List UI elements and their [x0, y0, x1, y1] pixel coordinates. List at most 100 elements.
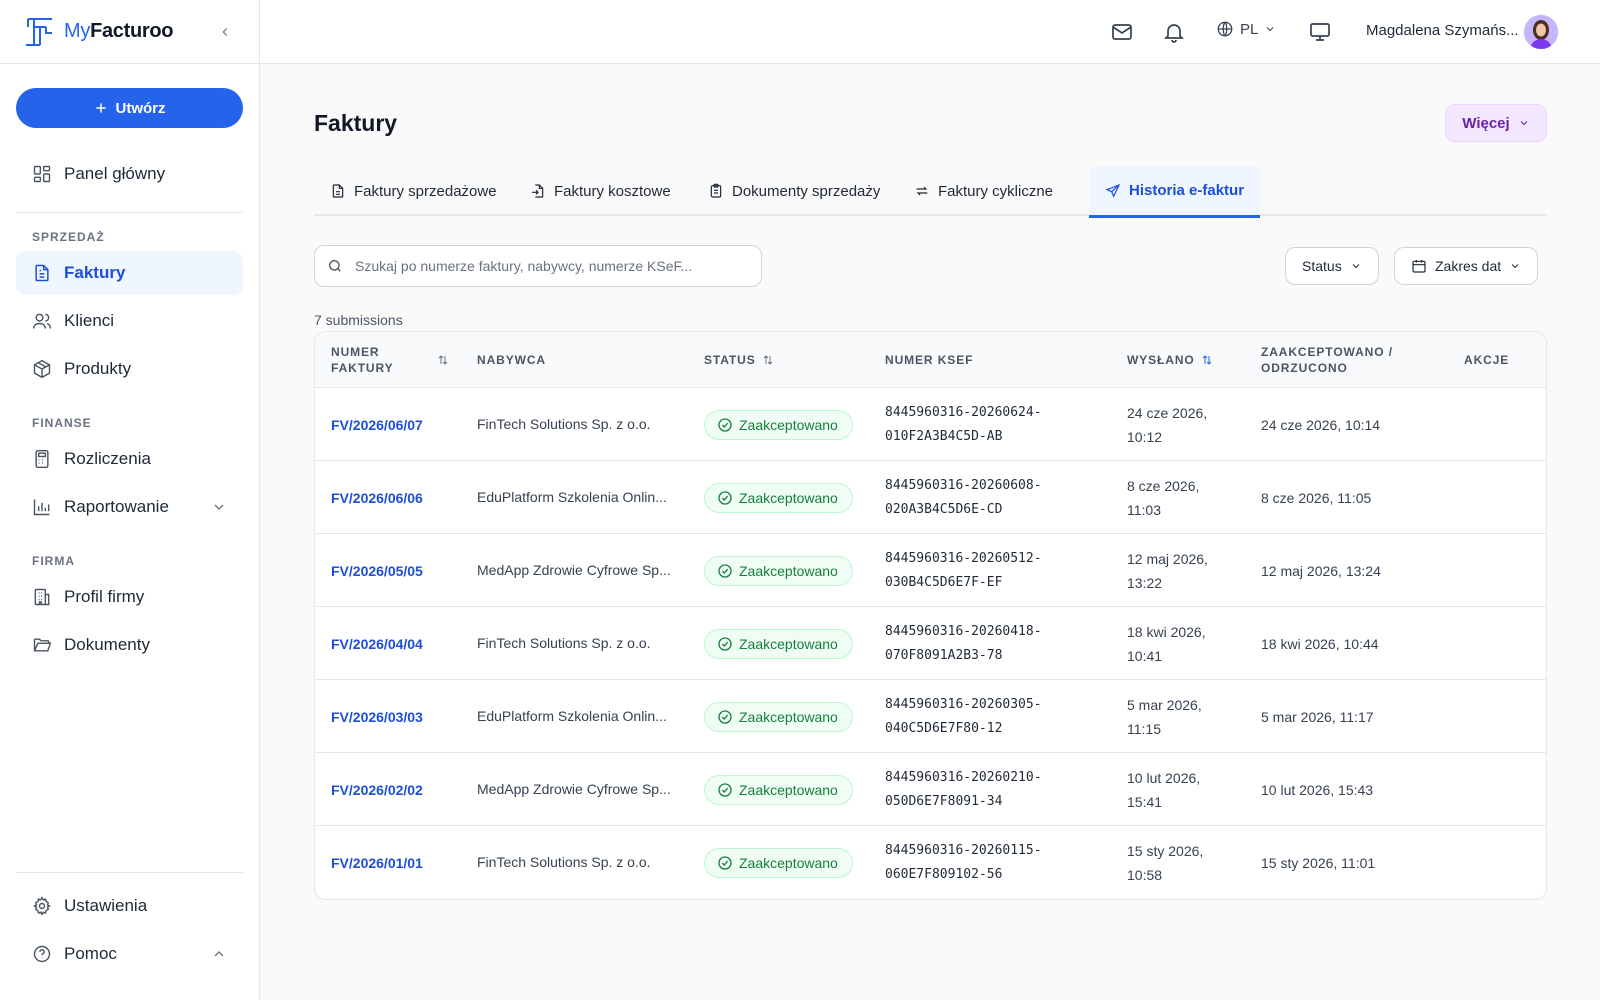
sidebar-item-help[interactable]: Pomoc — [16, 932, 243, 976]
accepted-date: 15 sty 2026, 11:01 — [1261, 854, 1376, 871]
header-ksef: NUMER KSEF — [885, 332, 973, 388]
invoice-number-link[interactable]: FV/2026/02/02 — [331, 753, 423, 826]
sidebar-item-clients[interactable]: Klienci — [16, 299, 243, 343]
language-label: PL — [1240, 20, 1259, 38]
section-label-sales: SPRZEDAŻ — [32, 230, 105, 244]
buyer-name: FinTech Solutions Sp. z o.o. — [477, 416, 651, 432]
ksef-number: 8445960316-20260115- 060E7F809102-56 — [885, 842, 1042, 882]
invoice-number-link[interactable]: FV/2026/06/07 — [331, 388, 423, 461]
sidebar-item-settings[interactable]: Ustawienia — [16, 884, 243, 928]
bell-icon[interactable] — [1162, 20, 1186, 44]
sidebar-item-reporting[interactable]: Raportowanie — [16, 485, 243, 529]
status-cell: Zaakceptowano — [704, 826, 853, 899]
buyer-name: MedApp Zdrowie Cyfrowe Sp... — [477, 781, 671, 797]
status-filter-button[interactable]: Status — [1285, 247, 1379, 285]
chevron-down-icon — [214, 504, 224, 510]
invoice-number-link[interactable]: FV/2026/01/01 — [331, 826, 423, 899]
tab-cost-invoices[interactable]: Faktury kosztowe — [514, 166, 687, 216]
main-content: Faktury Więcej Faktury sprzedażowe Faktu… — [260, 64, 1600, 1000]
brand-name: MyFacturoo — [64, 20, 174, 42]
sidebar: MyFacturoo Utwórz Panel główny SPRZEDAŻ … — [0, 0, 260, 1000]
sent-date: 24 cze 2026, 10:12 — [1127, 404, 1208, 445]
table-row: FV/2026/06/06 EduPlatform Szkolenia Onli… — [315, 461, 1546, 534]
create-button[interactable]: Utwórz — [16, 88, 243, 128]
date-range-filter-label: Zakres dat — [1435, 258, 1502, 274]
gear-icon — [33, 896, 51, 916]
plus-icon — [95, 103, 106, 113]
sent-date: 15 sty 2026, 10:58 — [1127, 842, 1204, 883]
header-label: NUMER FAKTURY — [331, 345, 394, 375]
sort-icon[interactable] — [762, 354, 774, 366]
logo-row: MyFacturoo — [0, 0, 259, 64]
sidebar-item-settlements[interactable]: Rozliczenia — [16, 437, 243, 481]
accepted-date: 12 maj 2026, 13:24 — [1261, 562, 1381, 579]
section-label-company: FIRMA — [32, 554, 75, 568]
sidebar-item-documents[interactable]: Dokumenty — [16, 623, 243, 667]
invoice-number-link[interactable]: FV/2026/03/03 — [331, 680, 423, 753]
header-label: ZAAKCEPTOWANO / ODRZUCONO — [1261, 345, 1393, 375]
avatar[interactable] — [1524, 15, 1558, 49]
header-buyer: NABYWCA — [477, 332, 546, 388]
chevron-up-icon — [214, 951, 224, 957]
tab-recurring-invoices[interactable]: Faktury cykliczne — [898, 166, 1069, 216]
table-header: NUMER FAKTURY NABYWCA STATUS NUMER KSEF … — [315, 332, 1546, 388]
sidebar-item-label: Faktury — [64, 263, 126, 282]
ksef-number: 8445960316-20260418- 070F8091A2B3-78 — [885, 623, 1042, 663]
status-label: Zaakceptowano — [739, 854, 838, 871]
check-circle-icon — [718, 490, 732, 505]
status-cell: Zaakceptowano — [704, 461, 853, 534]
language-selector[interactable]: PL — [1216, 20, 1276, 38]
collapse-sidebar-button[interactable] — [215, 22, 235, 42]
monitor-icon[interactable] — [1308, 20, 1332, 44]
tab-label: Dokumenty sprzedaży — [732, 182, 881, 200]
section-label-finance: FINANSE — [32, 416, 92, 430]
ksef-number: 8445960316-20260210- 050D6E7F8091-34 — [885, 769, 1042, 809]
header-actions: AKCJE — [1464, 332, 1509, 388]
calendar-icon — [1412, 260, 1426, 273]
tab-e-invoice-history[interactable]: Historia e-faktur — [1089, 166, 1261, 218]
status-badge: Zaakceptowano — [704, 409, 853, 440]
globe-icon — [1217, 21, 1233, 37]
date-range-filter-button[interactable]: Zakres dat — [1394, 247, 1539, 285]
check-circle-icon — [718, 636, 732, 651]
header-label: NABYWCA — [477, 353, 546, 367]
sort-icon[interactable] — [1201, 354, 1213, 366]
status-label: Zaakceptowano — [739, 489, 838, 506]
mail-icon[interactable] — [1110, 20, 1134, 44]
sidebar-item-label: Klienci — [64, 311, 115, 330]
header-label: AKCJE — [1464, 353, 1510, 367]
more-button[interactable]: Więcej — [1445, 104, 1547, 142]
invoice-number-link[interactable]: FV/2026/06/06 — [331, 461, 423, 534]
page-title: Faktury — [314, 110, 398, 136]
invoice-number-link[interactable]: FV/2026/05/05 — [331, 534, 423, 607]
tab-sales-invoices[interactable]: Faktury sprzedażowe — [314, 166, 513, 216]
sort-icon[interactable] — [437, 354, 449, 366]
header-invoice-number: NUMER FAKTURY — [331, 332, 449, 388]
sidebar-item-company-profile[interactable]: Profil firmy — [16, 575, 243, 619]
sidebar-item-label: Produkty — [64, 359, 132, 378]
sidebar-item-invoices[interactable]: Faktury — [16, 251, 243, 295]
sidebar-item-dashboard[interactable]: Panel główny — [16, 152, 243, 196]
tab-sales-documents[interactable]: Dokumenty sprzedaży — [692, 166, 896, 216]
status-cell: Zaakceptowano — [704, 534, 853, 607]
user-name[interactable]: Magdalena Szymańs... — [1366, 22, 1519, 39]
status-cell: Zaakceptowano — [704, 607, 853, 680]
buyer-name: FinTech Solutions Sp. z o.o. — [477, 635, 651, 651]
box-icon — [33, 359, 51, 379]
header-accepted: ZAAKCEPTOWANO / ODRZUCONO — [1261, 332, 1393, 388]
header-sent: WYSŁANO — [1127, 332, 1213, 388]
ksef-number: 8445960316-20260608- 020A3B4C5D6E-CD — [885, 477, 1042, 517]
search-input[interactable] — [355, 258, 749, 274]
dashboard-icon — [33, 165, 51, 183]
status-cell: Zaakceptowano — [704, 388, 853, 461]
invoice-number-link[interactable]: FV/2026/04/04 — [331, 607, 423, 680]
status-badge: Zaakceptowano — [704, 847, 853, 878]
status-badge: Zaakceptowano — [704, 555, 853, 586]
tabs-bar: Faktury sprzedażowe Faktury kosztowe Dok… — [314, 166, 1547, 218]
sidebar-item-products[interactable]: Produkty — [16, 347, 243, 391]
chevron-left-icon — [222, 27, 228, 36]
submissions-table: NUMER FAKTURY NABYWCA STATUS NUMER KSEF … — [314, 331, 1547, 900]
submissions-count: 7 submissions — [314, 312, 403, 328]
header-label: NUMER KSEF — [885, 353, 974, 367]
accepted-date: 10 lut 2026, 15:43 — [1261, 781, 1374, 798]
